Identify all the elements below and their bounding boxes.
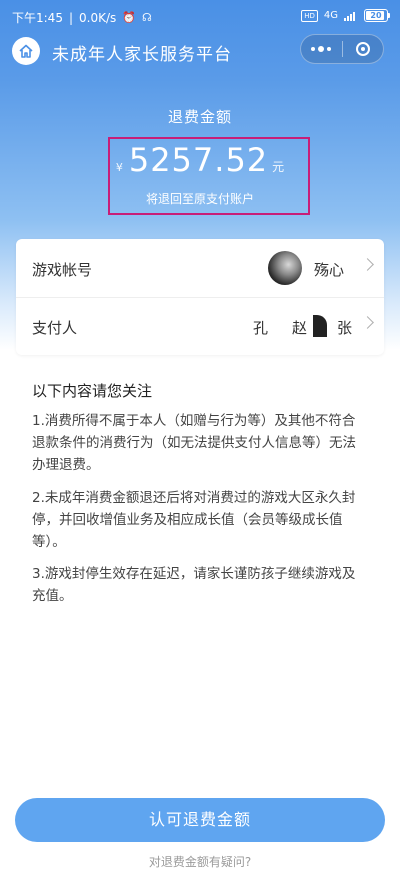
status-time: 下午1:45 (12, 11, 63, 25)
notice-title: 以下内容请您关注 (32, 382, 153, 400)
amount-unit: 元 (272, 160, 285, 174)
status-divider: | (68, 10, 73, 25)
chevron-right-icon (361, 258, 374, 271)
chevron-right-icon (361, 316, 374, 329)
payer-name-3: 张 (336, 319, 352, 337)
confirm-refund-button[interactable]: 认可退费金额 (15, 798, 385, 842)
headset-icon: ☊ (141, 11, 152, 24)
refund-title: 退费金额 (167, 108, 232, 126)
payer-names: 孔 赵 张 (252, 315, 352, 338)
battery-icon: 20 (364, 9, 390, 22)
miniprogram-capsule (300, 34, 384, 64)
account-nickname: 殇心 (313, 261, 344, 279)
avatar (268, 251, 302, 285)
currency-symbol: ¥ (115, 161, 123, 174)
refund-query-link[interactable]: 对退费金额有疑问? (0, 853, 400, 870)
more-button[interactable] (301, 34, 342, 64)
notice-item: 2.未成年消费金额退还后将对消费过的游戏大区永久封停，并回收增值业务及相应成长值… (32, 490, 356, 550)
payer-name-2: 赵 (291, 319, 307, 337)
account-info-card: 游戏帐号 殇心 支付人 孔 赵 张 (16, 239, 384, 355)
network-speed: 0.0K/s (79, 10, 117, 25)
status-bar: 下午1:45 | 0.0K/s ⏰ ☊ HD 4G 20 (0, 0, 400, 34)
hd-badge: HD (301, 9, 318, 22)
game-account-row[interactable]: 游戏帐号 殇心 (16, 239, 384, 298)
battery-level: 20 (370, 11, 382, 20)
more-icon (311, 46, 332, 52)
payer-row[interactable]: 支付人 孔 赵 张 (16, 297, 384, 355)
refund-amount-row: ¥ 5257.52 元 (0, 141, 400, 179)
refund-note: 将退回至原支付账户 (145, 192, 254, 206)
alarm-icon: ⏰ (122, 11, 136, 24)
refund-amount: 5257.52 (128, 141, 269, 179)
page-title: 未成年人家长服务平台 (52, 45, 232, 65)
close-target-icon (355, 42, 370, 56)
close-miniprogram-button[interactable] (342, 34, 383, 64)
game-account-label: 游戏帐号 (32, 261, 93, 279)
notice-item: 1.消费所得不属于本人（如赠与行为等）及其他不符合退款条件的消费行为（如无法提供… (32, 413, 356, 473)
network-type: 4G (323, 10, 338, 21)
home-icon (19, 44, 33, 58)
signal-icon (344, 12, 355, 21)
home-button[interactable] (12, 37, 40, 65)
notice-item: 3.游戏封停生效存在延迟，请家长谨防孩子继续游戏及充值。 (32, 566, 356, 604)
payer-label: 支付人 (32, 319, 78, 337)
payer-name-1: 孔 (252, 319, 268, 337)
redaction-mark (312, 315, 327, 337)
redaction-mark (271, 317, 288, 337)
